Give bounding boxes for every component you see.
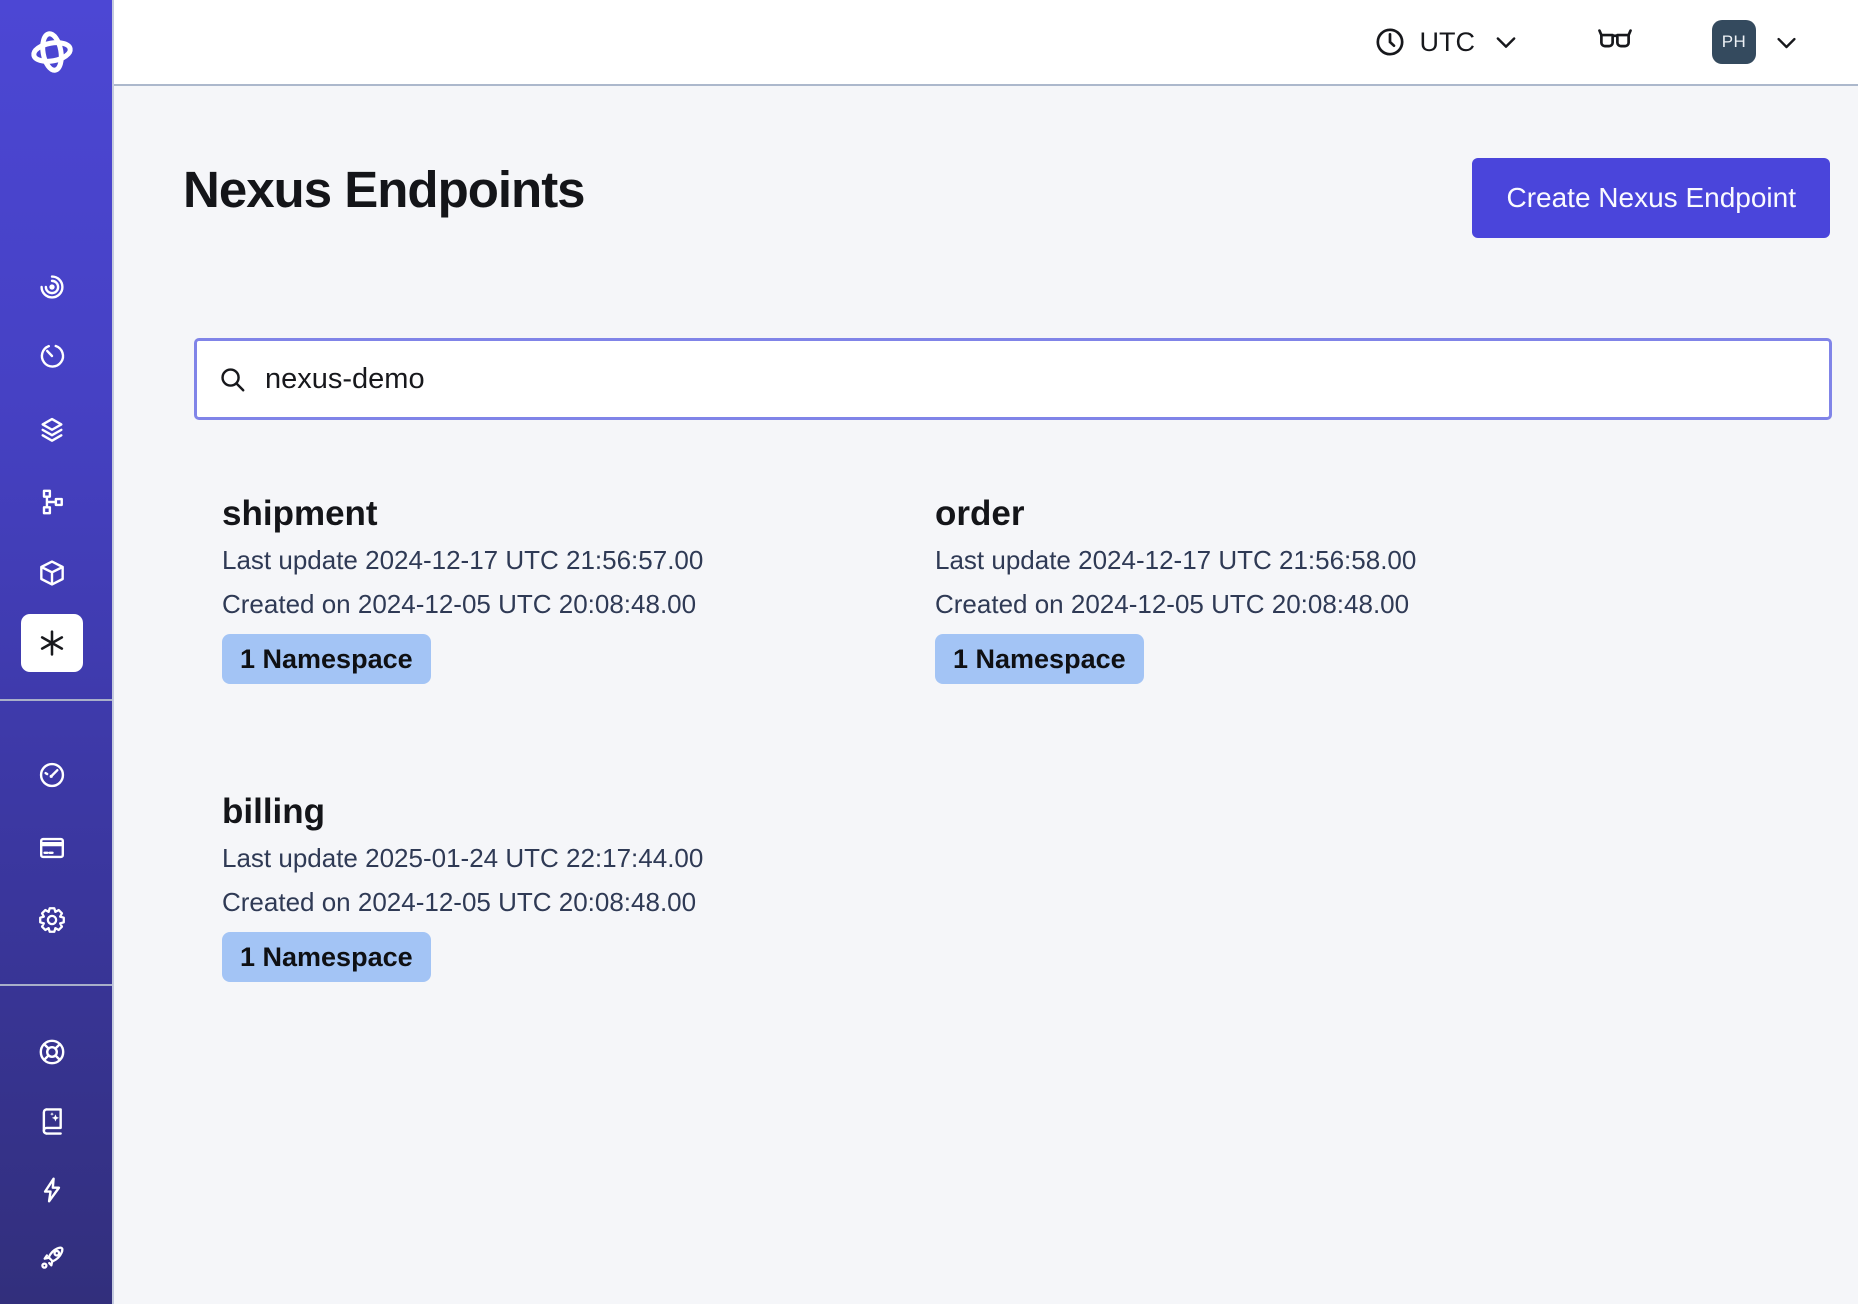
- credit-card-icon: [36, 832, 68, 864]
- sidebar-item-billing[interactable]: [24, 820, 80, 876]
- sidebar-divider: [0, 984, 112, 986]
- sidebar-item-timer[interactable]: [24, 328, 80, 384]
- endpoint-name: order: [935, 490, 1648, 538]
- search-box: [194, 338, 1832, 420]
- lightning-icon: [36, 1174, 68, 1206]
- sidebar-item-getting-started[interactable]: [24, 1230, 80, 1286]
- endpoint-card-shipment[interactable]: shipment Last update 2024-12-17 UTC 21:5…: [222, 490, 935, 684]
- sidebar-item-docs[interactable]: [24, 1093, 80, 1149]
- endpoint-last-update: Last update 2024-12-17 UTC 21:56:58.00: [935, 538, 1648, 582]
- endpoint-created-on: Created on 2024-12-05 UTC 20:08:48.00: [222, 880, 935, 924]
- namespace-badge: 1 Namespace: [222, 932, 431, 982]
- endpoint-created-on: Created on 2024-12-05 UTC 20:08:48.00: [935, 582, 1648, 626]
- avatar-initials: PH: [1722, 32, 1747, 52]
- book-sparkle-icon: [36, 1105, 68, 1137]
- page-title: Nexus Endpoints: [183, 162, 585, 218]
- sidebar-item-usage[interactable]: [24, 747, 80, 803]
- sidebar-item-cube[interactable]: [24, 545, 80, 601]
- workflow-graph-icon: [36, 486, 68, 518]
- topbar: UTC PH: [114, 0, 1858, 86]
- endpoint-list: shipment Last update 2024-12-17 UTC 21:5…: [222, 490, 1648, 982]
- chevron-down-icon: [1773, 29, 1800, 56]
- glasses-icon: [1596, 23, 1634, 61]
- temporal-logo-icon: [26, 26, 78, 78]
- search-input[interactable]: [263, 362, 1819, 397]
- sidebar-item-quickstart[interactable]: [24, 1162, 80, 1218]
- sidebar-item-layers[interactable]: [24, 402, 80, 458]
- timezone-selector[interactable]: UTC: [1373, 25, 1521, 59]
- sidebar-item-nexus-active[interactable]: [21, 614, 83, 672]
- main-content: Nexus Endpoints Create Nexus Endpoint sh…: [114, 88, 1858, 1304]
- sidebar-item-settings[interactable]: [24, 892, 80, 948]
- endpoint-card-billing[interactable]: billing Last update 2025-01-24 UTC 22:17…: [222, 788, 935, 982]
- create-nexus-endpoint-button[interactable]: Create Nexus Endpoint: [1472, 158, 1830, 238]
- search-icon: [217, 364, 248, 395]
- gear-icon: [36, 904, 68, 936]
- chevron-down-icon: [1492, 28, 1520, 56]
- account-menu[interactable]: PH: [1712, 20, 1800, 64]
- sidebar-item-support[interactable]: [24, 1024, 80, 1080]
- namespace-badge: 1 Namespace: [222, 634, 431, 684]
- view-toggle-button[interactable]: [1596, 23, 1634, 61]
- clock-icon: [1373, 25, 1407, 59]
- nexus-asterisk-icon: [36, 627, 68, 659]
- sidebar-item-spiral[interactable]: [24, 259, 80, 315]
- avatar: PH: [1712, 20, 1756, 64]
- spiral-icon: [36, 271, 68, 303]
- endpoint-name: billing: [222, 788, 935, 836]
- namespace-badge: 1 Namespace: [935, 634, 1144, 684]
- endpoint-last-update: Last update 2025-01-24 UTC 22:17:44.00: [222, 836, 935, 880]
- endpoint-created-on: Created on 2024-12-05 UTC 20:08:48.00: [222, 582, 935, 626]
- layers-icon: [36, 414, 68, 446]
- endpoint-name: shipment: [222, 490, 935, 538]
- gauge-icon: [36, 759, 68, 791]
- timezone-label: UTC: [1420, 27, 1476, 58]
- lifebuoy-icon: [36, 1036, 68, 1068]
- countdown-timer-icon: [36, 340, 68, 372]
- temporal-logo[interactable]: [24, 22, 80, 82]
- rocket-icon: [36, 1242, 68, 1274]
- endpoint-card-order[interactable]: order Last update 2024-12-17 UTC 21:56:5…: [935, 490, 1648, 684]
- sidebar-divider: [0, 699, 112, 701]
- cube-icon: [36, 557, 68, 589]
- sidebar-item-graph[interactable]: [24, 474, 80, 530]
- endpoint-last-update: Last update 2024-12-17 UTC 21:56:57.00: [222, 538, 935, 582]
- sidebar: [0, 0, 114, 1304]
